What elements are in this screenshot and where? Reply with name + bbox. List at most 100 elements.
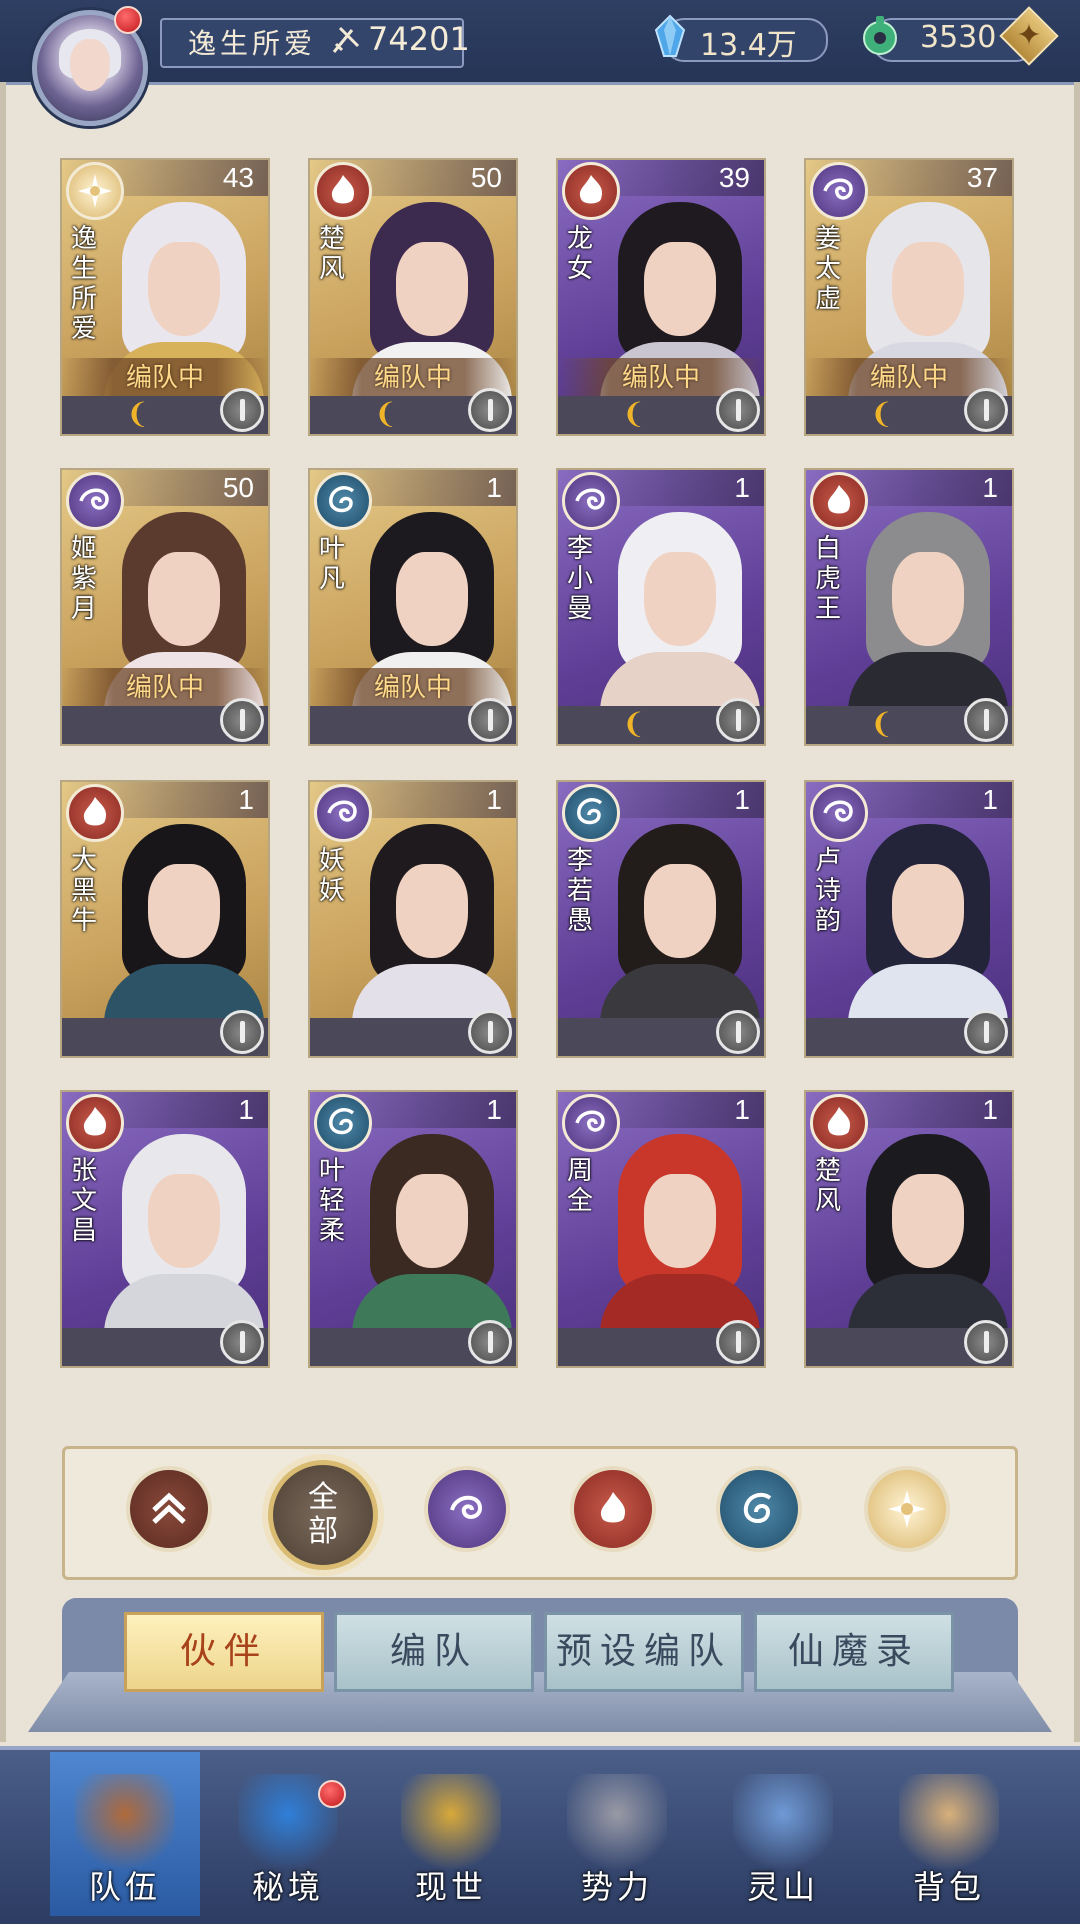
- partner-card[interactable]: 1 张文昌: [60, 1090, 270, 1368]
- power-icon: [332, 26, 360, 53]
- partner-level: 1: [486, 784, 502, 815]
- partner-card[interactable]: 1 大黑牛: [60, 780, 270, 1058]
- nav-item-scroll[interactable]: 现世: [376, 1752, 526, 1916]
- water-element-icon: [562, 784, 620, 842]
- partner-name: 大黑牛: [70, 846, 97, 936]
- portrait-face: [396, 242, 468, 336]
- weapon-button[interactable]: [716, 1010, 760, 1054]
- partner-portrait: [848, 824, 1008, 1044]
- wind-element-icon: [810, 162, 868, 220]
- weapon-button[interactable]: [716, 698, 760, 742]
- weapon-button[interactable]: [468, 698, 512, 742]
- partner-card[interactable]: 1 卢诗韵: [804, 780, 1014, 1058]
- portrait-face: [148, 1174, 220, 1268]
- portrait-face: [396, 864, 468, 958]
- partner-card[interactable]: 50 姬紫月 编队中: [60, 468, 270, 746]
- partner-card[interactable]: 43 逸生所爱 编队中 ❨: [60, 158, 270, 436]
- tab-immortal-record[interactable]: 仙魔录: [754, 1612, 954, 1692]
- portrait-face: [148, 242, 220, 336]
- sort-button[interactable]: [126, 1466, 212, 1552]
- partner-level: 1: [238, 1094, 254, 1125]
- nav-label: 灵山: [746, 1868, 819, 1906]
- tab-formation[interactable]: 编队: [334, 1612, 534, 1692]
- nav-label: 势力: [580, 1868, 653, 1906]
- weapon-button[interactable]: [964, 1320, 1008, 1364]
- chevron-up-icon: [152, 1492, 186, 1524]
- portrait-face: [892, 242, 964, 336]
- partner-card[interactable]: 37 姜太虚 编队中 ❨: [804, 158, 1014, 436]
- nav-item-team[interactable]: 队伍: [50, 1752, 200, 1916]
- partner-name: 张文昌: [70, 1156, 97, 1246]
- portrait-face: [644, 242, 716, 336]
- weapon-button[interactable]: [468, 1320, 512, 1364]
- partner-name: 周全: [566, 1156, 593, 1216]
- weapon-button[interactable]: [716, 1320, 760, 1364]
- soul-icon: ❨: [870, 397, 894, 430]
- fire-element-icon: [810, 1094, 868, 1152]
- partner-card[interactable]: 1 叶轻柔: [308, 1090, 518, 1368]
- partner-level: 39: [718, 162, 750, 193]
- partner-card[interactable]: 39 龙女 编队中 ❨: [556, 158, 766, 436]
- wind-element-icon: [562, 1094, 620, 1152]
- soul-icon: ❨: [870, 707, 894, 740]
- partner-card[interactable]: 1 李若愚: [556, 780, 766, 1058]
- partner-portrait: [600, 824, 760, 1044]
- avatar-notification-dot: [114, 6, 142, 34]
- filter-wind-button[interactable]: [424, 1466, 510, 1552]
- partner-card[interactable]: 1 李小曼 ❨: [556, 468, 766, 746]
- weapon-button[interactable]: [220, 698, 264, 742]
- light-element-icon: [888, 1490, 926, 1528]
- nav-item-vortex[interactable]: 秘境: [213, 1752, 363, 1916]
- soul-icon: ❨: [126, 397, 150, 430]
- right-trim: [1074, 82, 1080, 1742]
- partner-name: 楚风: [814, 1156, 841, 1216]
- partner-level: 1: [982, 472, 998, 503]
- tab-preset-formation[interactable]: 预设编队: [544, 1612, 744, 1692]
- partner-name: 姬紫月: [70, 534, 97, 624]
- weapon-button[interactable]: [468, 388, 512, 432]
- partner-portrait: [848, 1134, 1008, 1354]
- wind-element-icon: [450, 1495, 483, 1519]
- partner-name: 叶凡: [318, 534, 345, 594]
- weapon-button[interactable]: [964, 698, 1008, 742]
- weapon-button[interactable]: [220, 1320, 264, 1364]
- wind-element-icon: [810, 784, 868, 842]
- nav-item-temple[interactable]: 势力: [542, 1752, 692, 1916]
- partner-card[interactable]: 1 叶凡 编队中: [308, 468, 518, 746]
- filter-water-button[interactable]: [716, 1466, 802, 1552]
- weapon-button[interactable]: [220, 388, 264, 432]
- filter-all-button[interactable]: 全部: [268, 1460, 378, 1570]
- partner-card[interactable]: 1 周全: [556, 1090, 766, 1368]
- fire-element-icon: [562, 162, 620, 220]
- partner-name: 李若愚: [566, 846, 593, 936]
- partner-name: 卢诗韵: [814, 846, 841, 936]
- weapon-button[interactable]: [468, 1010, 512, 1054]
- weapon-button[interactable]: [964, 388, 1008, 432]
- weapon-button[interactable]: [964, 1010, 1008, 1054]
- water-element-icon: [314, 472, 372, 530]
- filter-light-button[interactable]: [864, 1466, 950, 1552]
- partner-card[interactable]: 50 楚风 编队中 ❨: [308, 158, 518, 436]
- partner-level: 1: [486, 472, 502, 503]
- nav-item-bag[interactable]: 背包: [874, 1752, 1024, 1916]
- water-element-icon: [743, 1492, 772, 1523]
- fire-element-icon: [314, 162, 372, 220]
- partner-level: 1: [982, 1094, 998, 1125]
- partner-portrait: [848, 512, 1008, 732]
- partner-level: 1: [734, 472, 750, 503]
- partner-card[interactable]: 1 白虎王 ❨: [804, 468, 1014, 746]
- nav-label: 秘境: [251, 1868, 324, 1906]
- weapon-button[interactable]: [716, 388, 760, 432]
- partner-portrait: [600, 512, 760, 732]
- partner-level: 1: [734, 784, 750, 815]
- weapon-button[interactable]: [220, 1010, 264, 1054]
- tab-partners[interactable]: 伙伴: [124, 1612, 324, 1692]
- partner-card[interactable]: 1 楚风: [804, 1090, 1014, 1368]
- partner-level: 1: [734, 1094, 750, 1125]
- filter-fire-button[interactable]: [570, 1466, 656, 1552]
- partner-card[interactable]: 1 妖妖: [308, 780, 518, 1058]
- partner-name: 叶轻柔: [318, 1156, 345, 1246]
- fire-element-icon: [66, 784, 124, 842]
- soul-icon: ❨: [374, 397, 398, 430]
- nav-item-mountain[interactable]: 灵山: [708, 1752, 858, 1916]
